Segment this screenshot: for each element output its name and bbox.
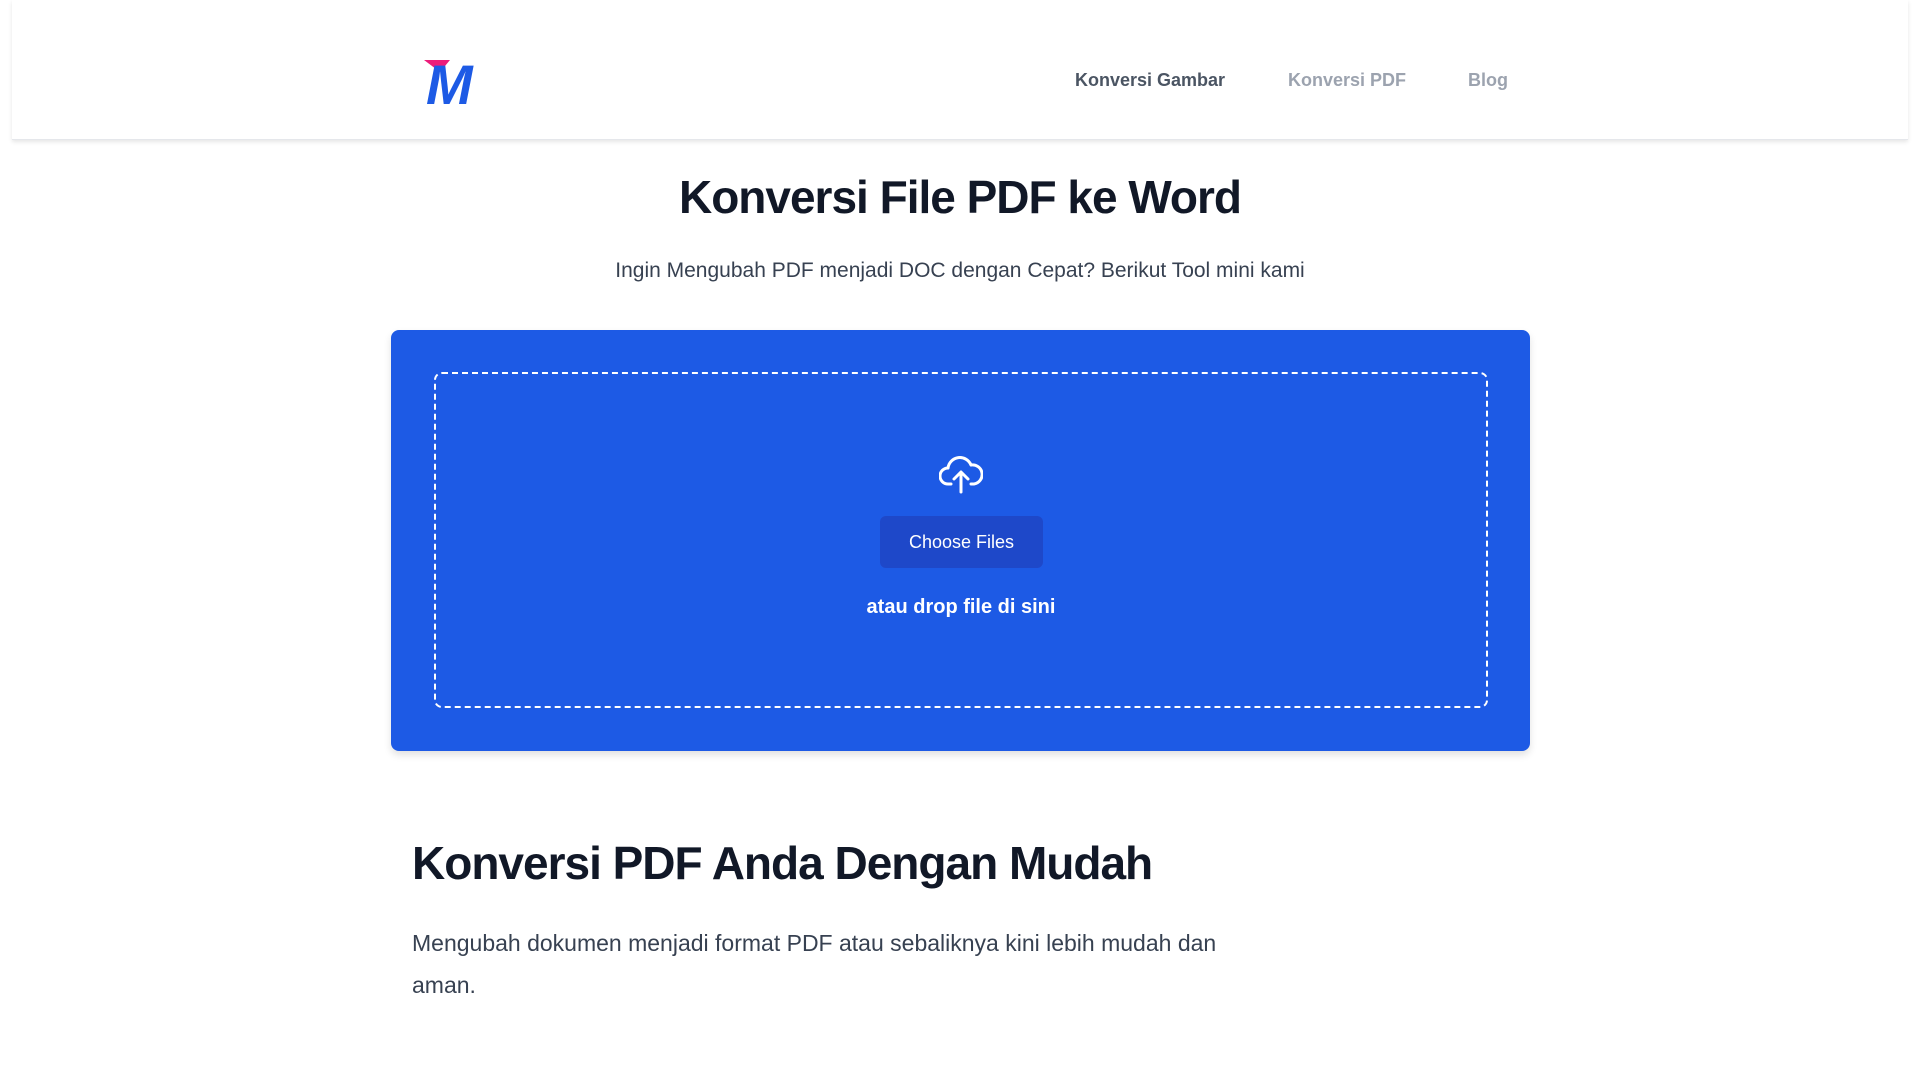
section-paragraph: Mengubah dokumen menjadi format PDF atau… [412, 930, 1217, 998]
nav-konversi-pdf[interactable]: Konversi PDF [1288, 70, 1406, 91]
site-header: M Konversi Gambar Konversi PDF Blog [12, 0, 1908, 140]
nav-blog[interactable]: Blog [1468, 70, 1508, 91]
upload-card: Choose Files atau drop file di sini [391, 330, 1530, 751]
drop-hint: atau drop file di sini [866, 596, 1056, 618]
page-subtitle: Ingin Mengubah PDF menjadi DOC dengan Ce… [615, 259, 1305, 282]
choose-files-button[interactable]: Choose Files [880, 516, 1043, 568]
main-nav: Konversi Gambar Konversi PDF Blog [12, 70, 1908, 94]
section-heading: Konversi PDF Anda Dengan Mudah [412, 837, 1153, 889]
file-dropzone[interactable]: Choose Files atau drop file di sini [434, 372, 1488, 708]
nav-konversi-gambar[interactable]: Konversi Gambar [1075, 70, 1225, 91]
page-title: Konversi File PDF ke Word [678, 171, 1242, 223]
cloud-upload-icon [938, 454, 984, 494]
